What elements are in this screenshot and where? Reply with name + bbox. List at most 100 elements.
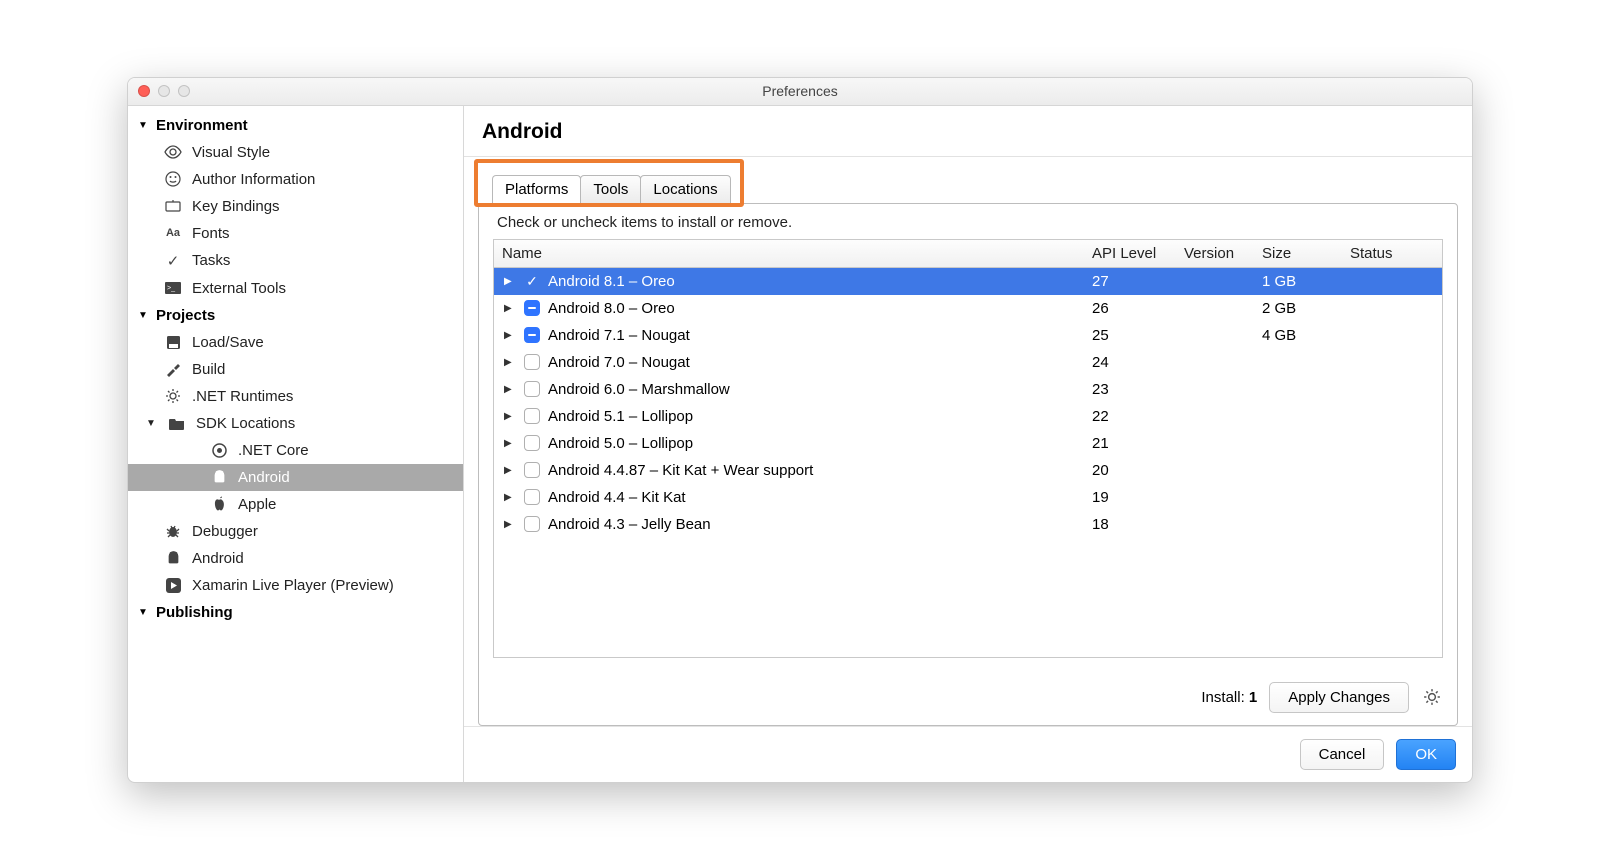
sidebar-item-android[interactable]: Android — [128, 545, 463, 572]
sidebar-section-environment[interactable]: ▼ Environment — [128, 112, 463, 139]
settings-gear-button[interactable] — [1421, 686, 1443, 708]
sidebar-item-label: .NET Core — [238, 442, 309, 459]
table-row[interactable]: ▶ Android 6.0 – Marshmallow 23 — [494, 376, 1442, 403]
row-version — [1176, 438, 1254, 448]
table-row[interactable]: ▶ Android 7.1 – Nougat 25 4 GB — [494, 322, 1442, 349]
row-size — [1254, 357, 1342, 367]
sidebar-item-key-bindings[interactable]: Key Bindings — [128, 193, 463, 220]
hammer-icon — [164, 361, 182, 377]
table-row[interactable]: ▶ Android 4.3 – Jelly Bean 18 — [494, 511, 1442, 538]
row-name: Android 4.4 – Kit Kat — [548, 489, 686, 506]
sidebar-item-tasks[interactable]: ✓ Tasks — [128, 247, 463, 275]
row-checkbox[interactable] — [524, 408, 540, 424]
chevron-right-icon[interactable]: ▶ — [504, 357, 516, 368]
sidebar-item-sdk-locations[interactable]: ▼ SDK Locations — [128, 410, 463, 437]
apply-changes-button[interactable]: Apply Changes — [1269, 682, 1409, 713]
table-row[interactable]: ▶ Android 5.0 – Lollipop 21 — [494, 430, 1442, 457]
row-checkbox[interactable] — [524, 273, 540, 289]
chevron-right-icon[interactable]: ▶ — [504, 330, 516, 341]
table-row[interactable]: ▶ Android 4.4 – Kit Kat 19 — [494, 484, 1442, 511]
apple-icon — [210, 496, 228, 512]
sidebar-section-publishing[interactable]: ▼ Publishing — [128, 599, 463, 626]
row-status — [1342, 303, 1442, 313]
row-checkbox[interactable] — [524, 489, 540, 505]
gear-icon — [164, 388, 182, 404]
chevron-down-icon: ▼ — [138, 607, 150, 618]
sidebar-item-load-save[interactable]: Load/Save — [128, 329, 463, 356]
row-name: Android 6.0 – Marshmallow — [548, 381, 730, 398]
page-title: Android — [482, 120, 1454, 144]
sidebar-item-net-runtimes[interactable]: .NET Runtimes — [128, 383, 463, 410]
th-version[interactable]: Version — [1176, 240, 1254, 267]
play-icon — [164, 578, 182, 593]
th-status[interactable]: Status — [1342, 240, 1442, 267]
table-row[interactable]: ▶ Android 5.1 – Lollipop 22 — [494, 403, 1442, 430]
row-status — [1342, 384, 1442, 394]
sidebar-item-visual-style[interactable]: Visual Style — [128, 139, 463, 166]
row-checkbox[interactable] — [524, 516, 540, 532]
sidebar-item-net-core[interactable]: .NET Core — [128, 437, 463, 464]
sidebar-item-android-sdk[interactable]: Android — [128, 464, 463, 491]
row-checkbox[interactable] — [524, 327, 540, 343]
sidebar-item-fonts[interactable]: Aa Fonts — [128, 220, 463, 247]
chevron-right-icon[interactable]: ▶ — [504, 303, 516, 314]
table-row[interactable]: ▶ Android 8.0 – Oreo 26 2 GB — [494, 295, 1442, 322]
row-checkbox[interactable] — [524, 381, 540, 397]
row-name: Android 7.0 – Nougat — [548, 354, 690, 371]
row-checkbox[interactable] — [524, 300, 540, 316]
ok-button[interactable]: OK — [1396, 739, 1456, 770]
svg-text:>_: >_ — [167, 285, 175, 292]
sidebar-item-external-tools[interactable]: >_ External Tools — [128, 275, 463, 302]
sidebar-item-label: Fonts — [192, 225, 230, 242]
chevron-right-icon[interactable]: ▶ — [504, 384, 516, 395]
sidebar-section-label: Environment — [156, 117, 248, 134]
row-name: Android 8.0 – Oreo — [548, 300, 675, 317]
th-api-level[interactable]: API Level — [1084, 240, 1176, 267]
sidebar-item-build[interactable]: Build — [128, 356, 463, 383]
tab-platforms[interactable]: Platforms — [492, 175, 581, 203]
chevron-right-icon[interactable]: ▶ — [504, 411, 516, 422]
sidebar-item-xamarin-live-player[interactable]: Xamarin Live Player (Preview) — [128, 572, 463, 599]
sidebar-item-apple[interactable]: Apple — [128, 491, 463, 518]
chevron-right-icon[interactable]: ▶ — [504, 465, 516, 476]
row-checkbox[interactable] — [524, 435, 540, 451]
sidebar-item-label: Android — [238, 469, 290, 486]
row-checkbox[interactable] — [524, 354, 540, 370]
terminal-icon: >_ — [164, 282, 182, 294]
chevron-right-icon[interactable]: ▶ — [504, 438, 516, 449]
row-status — [1342, 519, 1442, 529]
sidebar-item-label: Load/Save — [192, 334, 264, 351]
th-name[interactable]: Name — [494, 240, 1084, 267]
row-size: 1 GB — [1254, 268, 1342, 295]
table-row[interactable]: ▶ Android 4.4.87 – Kit Kat + Wear suppor… — [494, 457, 1442, 484]
row-checkbox[interactable] — [524, 462, 540, 478]
sidebar: ▼ Environment Visual Style Author Inform… — [128, 106, 464, 782]
main-panel: Android Platforms Tools Locations Check … — [464, 106, 1472, 782]
android-icon — [210, 469, 228, 485]
row-name: Android 8.1 – Oreo — [548, 273, 675, 290]
row-status — [1342, 465, 1442, 475]
row-status — [1342, 330, 1442, 340]
table-row[interactable]: ▶ Android 7.0 – Nougat 24 — [494, 349, 1442, 376]
table-row[interactable]: ▶ Android 8.1 – Oreo 27 1 GB — [494, 268, 1442, 295]
bug-icon — [164, 523, 182, 539]
install-label-text: Install: — [1201, 689, 1244, 706]
chevron-right-icon[interactable]: ▶ — [504, 519, 516, 530]
tab-tools[interactable]: Tools — [580, 175, 641, 203]
sidebar-item-label: Xamarin Live Player (Preview) — [192, 577, 394, 594]
sidebar-item-debugger[interactable]: Debugger — [128, 518, 463, 545]
cancel-button[interactable]: Cancel — [1300, 739, 1385, 770]
sidebar-section-label: Projects — [156, 307, 215, 324]
th-size[interactable]: Size — [1254, 240, 1342, 267]
row-status — [1342, 438, 1442, 448]
tab-locations[interactable]: Locations — [640, 175, 730, 203]
sidebar-item-author-information[interactable]: Author Information — [128, 166, 463, 193]
row-api-level: 24 — [1084, 349, 1176, 376]
check-icon: ✓ — [164, 252, 182, 270]
sidebar-item-label: SDK Locations — [196, 415, 295, 432]
chevron-right-icon[interactable]: ▶ — [504, 276, 516, 287]
chevron-right-icon[interactable]: ▶ — [504, 492, 516, 503]
row-status — [1342, 411, 1442, 421]
sidebar-section-projects[interactable]: ▼ Projects — [128, 302, 463, 329]
chevron-down-icon: ▼ — [138, 310, 150, 321]
